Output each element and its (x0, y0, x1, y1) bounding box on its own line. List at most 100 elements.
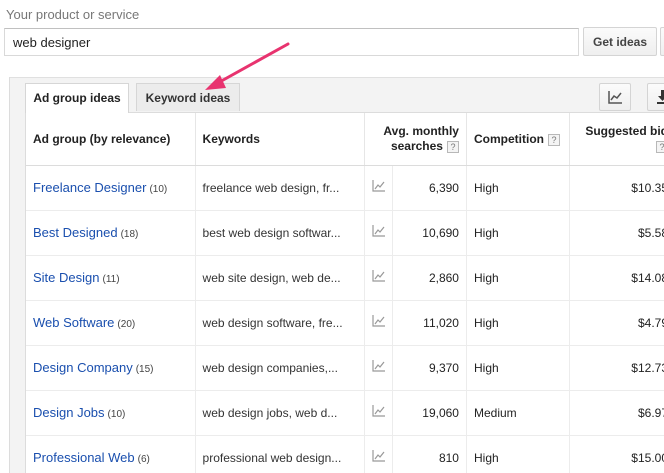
competition-cell: High (466, 165, 571, 211)
header-suggested-bid[interactable]: Suggested bid ? (569, 113, 664, 166)
trend-chart-cell[interactable] (364, 390, 394, 436)
searches-cell: 810 (392, 435, 467, 473)
keywords-text: web design companies,... (202, 360, 338, 375)
table-row: Freelance Designer (10) freelance web desi… (26, 165, 664, 211)
adgroup-cell: Professional Web (6) (26, 435, 196, 473)
keywords-cell: web site design, web de... (195, 255, 365, 301)
keyword-count: (6) (137, 454, 150, 465)
adgroup-link[interactable]: Design Company (33, 360, 133, 375)
keywords-cell: professional web design... (195, 435, 365, 473)
tab-ad-group-ideas[interactable]: Ad group ideas (25, 83, 129, 113)
trend-chart-icon[interactable] (371, 224, 387, 238)
keyword-count: (18) (120, 229, 139, 240)
keywords-text: professional web design... (202, 450, 342, 465)
keywords-cell: web design companies,... (195, 345, 365, 391)
ad-group-table: Ad group (by relevance) Keywords Avg. mo… (25, 112, 664, 473)
competition-cell: High (466, 435, 571, 473)
competition-cell: High (466, 345, 571, 391)
keywords-text: best web design softwar... (202, 225, 341, 240)
extra-button-edge[interactable] (660, 27, 664, 56)
competition-cell: High (466, 300, 571, 346)
help-icon[interactable]: ? (547, 133, 560, 146)
bid-cell: $10.35 (569, 165, 664, 211)
adgroup-cell: Web Software (20) (26, 300, 196, 346)
adgroup-cell: Design Jobs (10) (26, 390, 196, 436)
keywords-text: web design software, fre... (202, 315, 343, 330)
bid-cell: $12.73 (569, 345, 664, 391)
product-search-input[interactable] (4, 28, 579, 56)
keywords-cell: web design jobs, web d... (195, 390, 365, 436)
bid-cell: $6.97 (569, 390, 664, 436)
trend-chart-icon[interactable] (371, 269, 387, 283)
header-adgroup[interactable]: Ad group (by relevance) (26, 113, 196, 166)
header-competition-label: Competition (473, 131, 544, 146)
header-searches-line1: Avg. monthly (383, 123, 459, 138)
keywords-text: web design jobs, web d... (202, 405, 338, 420)
keyword-count: (11) (102, 274, 120, 285)
keywords-text: freelance web design, fr... (202, 180, 340, 195)
table-row: Web Software (20) web design software, fre… (26, 300, 664, 346)
table-row: Professional Web (6) professional web desi… (26, 435, 664, 473)
header-searches[interactable]: Avg. monthly searches? (364, 113, 467, 166)
adgroup-cell: Best Designed (18) (26, 210, 196, 256)
header-keywords[interactable]: Keywords (195, 113, 365, 166)
competition-cell: Medium (466, 390, 571, 436)
keywords-cell: freelance web design, fr... (195, 165, 365, 211)
keyword-count: (10) (107, 409, 126, 420)
searches-cell: 2,860 (392, 255, 467, 301)
help-icon[interactable]: ? (656, 140, 664, 153)
adgroup-link[interactable]: Professional Web (33, 450, 135, 465)
get-ideas-button[interactable]: Get ideas (583, 27, 657, 56)
trend-chart-cell[interactable] (364, 435, 394, 473)
bid-cell: $4.79 (569, 300, 664, 346)
table-row: Site Design (11) web site design, web de..… (26, 255, 664, 301)
adgroup-cell: Design Company (15) (26, 345, 196, 391)
trend-chart-icon[interactable] (371, 404, 387, 418)
competition-cell: High (466, 210, 571, 256)
searches-cell: 6,390 (392, 165, 467, 211)
header-searches-line2: searches (390, 138, 443, 153)
chart-toggle-button[interactable] (599, 83, 631, 111)
bid-cell: $14.08 (569, 255, 664, 301)
keywords-cell: web design software, fre... (195, 300, 365, 346)
bid-cell: $15.00 (569, 435, 664, 473)
keyword-count: (10) (149, 184, 168, 195)
keywords-text: web site design, web de... (202, 270, 341, 285)
product-label: Your product or service (6, 7, 140, 22)
table-row: Design Company (15) web design companies,.… (26, 345, 664, 391)
trend-chart-cell[interactable] (364, 300, 394, 346)
trend-chart-icon[interactable] (371, 359, 387, 373)
trend-chart-icon[interactable] (371, 314, 387, 328)
header-bid-label: Suggested bid (585, 123, 664, 138)
table-header-row: Ad group (by relevance) Keywords Avg. mo… (26, 113, 664, 166)
trend-chart-cell[interactable] (364, 255, 394, 301)
adgroup-link[interactable]: Best Designed (33, 225, 118, 240)
help-icon[interactable]: ? (446, 140, 459, 153)
keyword-count: (20) (117, 319, 136, 330)
searches-cell: 19,060 (392, 390, 467, 436)
panel-border (9, 77, 10, 473)
header-competition[interactable]: Competition? (466, 113, 571, 166)
searches-cell: 11,020 (392, 300, 467, 346)
tab-keyword-ideas[interactable]: Keyword ideas (136, 83, 240, 111)
adgroup-link[interactable]: Design Jobs (33, 405, 105, 420)
searches-cell: 10,690 (392, 210, 467, 256)
trend-chart-icon[interactable] (371, 449, 387, 463)
adgroup-link[interactable]: Site Design (33, 270, 99, 285)
adgroup-link[interactable]: Web Software (33, 315, 114, 330)
bid-cell: $5.58 (569, 210, 664, 256)
trend-chart-cell[interactable] (364, 345, 394, 391)
table-row: Best Designed (18) best web design softwar… (26, 210, 664, 256)
adgroup-link[interactable]: Freelance Designer (33, 180, 146, 195)
trend-chart-cell[interactable] (364, 210, 394, 256)
line-chart-icon (608, 91, 622, 104)
competition-cell: High (466, 255, 571, 301)
download-icon (657, 90, 664, 104)
table-row: Design Jobs (10) web design jobs, web d...… (26, 390, 664, 436)
adgroup-cell: Site Design (11) (26, 255, 196, 301)
trend-chart-cell[interactable] (364, 165, 394, 211)
download-button[interactable] (647, 83, 664, 111)
keywords-cell: best web design softwar... (195, 210, 365, 256)
searches-cell: 9,370 (392, 345, 467, 391)
trend-chart-icon[interactable] (371, 179, 387, 193)
